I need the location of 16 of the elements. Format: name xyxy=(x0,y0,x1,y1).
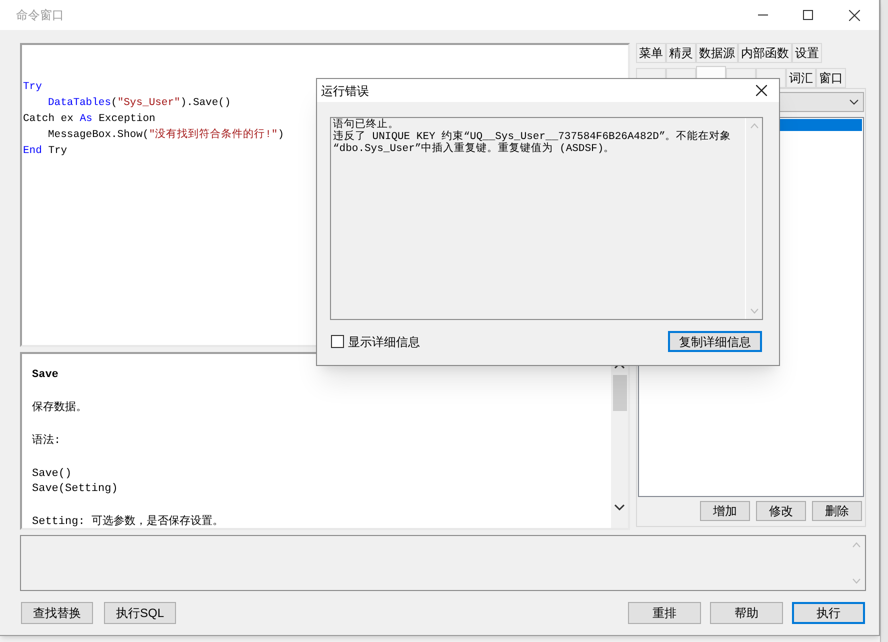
error-message: 语句已终止。 xyxy=(333,119,400,131)
help-text: Setting: 可选参数，是否保存设置。 xyxy=(32,515,224,528)
error-message: 违反了 UNIQUE KEY 约束“UQ__Sys_User__737584F6B26A482D”。不能在对象 xyxy=(333,131,732,143)
window-title: 命令窗口 xyxy=(16,7,64,24)
help-heading: Save xyxy=(32,368,60,383)
code-line: DataTables("Sys_User").Save() xyxy=(47,96,231,111)
code-line: Catch ex As Exception xyxy=(23,112,156,127)
help-text: Save(Setting) xyxy=(32,482,119,497)
code-line: Try xyxy=(23,80,42,95)
help-text: Save() xyxy=(32,467,73,482)
code-line: MessageBox.Show("没有找到符合条件的行!") xyxy=(47,127,284,143)
help-text: 保存数据。 xyxy=(32,401,88,416)
error-message: “dbo.Sys_User”中插入重复键。重复键值为 (ASDSF)。 xyxy=(333,143,616,155)
code-line: End Try xyxy=(23,144,68,159)
help-text: 语法: xyxy=(32,434,62,449)
dialog-title: 运行错误 xyxy=(321,82,369,100)
